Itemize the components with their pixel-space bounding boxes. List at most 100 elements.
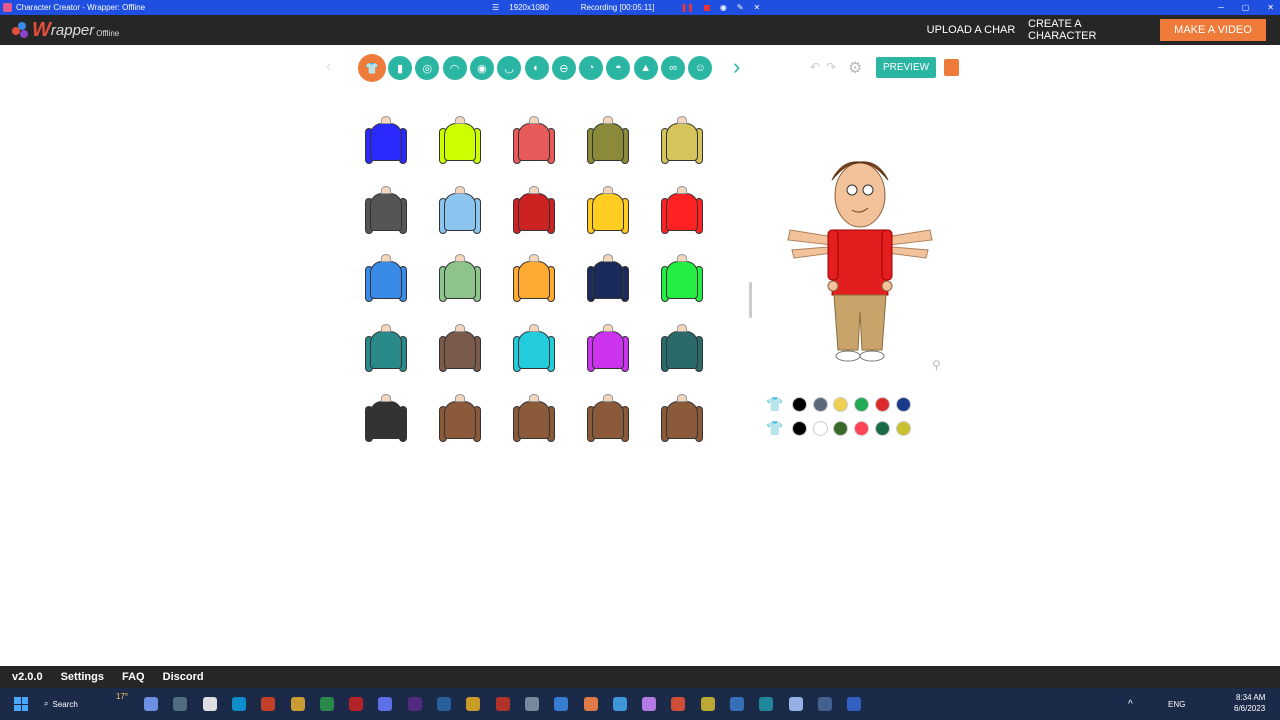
secondary-color-shirt-icon[interactable]: 👕 bbox=[766, 420, 783, 437]
clothing-item[interactable] bbox=[438, 254, 482, 312]
category-glasses-icon[interactable]: ∞ bbox=[661, 56, 685, 80]
color-swatch[interactable] bbox=[854, 397, 870, 412]
taskbar-app-icon[interactable] bbox=[437, 697, 451, 711]
taskbar-app-icon[interactable] bbox=[290, 697, 305, 711]
clothing-item[interactable] bbox=[438, 394, 482, 445]
clothing-item[interactable] bbox=[586, 394, 630, 445]
taskbar-app-icon[interactable] bbox=[583, 697, 598, 711]
color-swatch[interactable] bbox=[895, 397, 911, 412]
category-mouth-icon[interactable]: ◡ bbox=[497, 56, 522, 80]
color-swatch[interactable] bbox=[792, 397, 807, 412]
color-swatch[interactable] bbox=[812, 397, 828, 412]
next-arrow-icon[interactable]: › bbox=[733, 54, 740, 80]
save-icon[interactable] bbox=[944, 59, 959, 76]
wrapper-logo[interactable]: W rapper Offline bbox=[12, 19, 119, 42]
primary-color-shirt-icon[interactable]: 👕 bbox=[766, 396, 783, 413]
clothing-item[interactable] bbox=[660, 116, 704, 174]
undo-icon[interactable]: ↶ bbox=[810, 60, 820, 74]
clothing-item[interactable] bbox=[438, 186, 482, 244]
category-nose-icon[interactable]: ◔ bbox=[579, 56, 604, 80]
category-upper-body-icon[interactable]: 👕 bbox=[358, 54, 386, 82]
category-accessory-icon[interactable]: ☺ bbox=[688, 56, 713, 80]
grid-scrollbar[interactable] bbox=[749, 282, 752, 318]
clothing-item[interactable] bbox=[660, 254, 704, 312]
taskbar-app-icon[interactable] bbox=[700, 697, 715, 711]
redo-icon[interactable]: ↷ bbox=[826, 60, 836, 74]
weather-label[interactable]: 17° bbox=[116, 692, 128, 701]
pause-icon[interactable]: ❚❚ bbox=[680, 3, 693, 12]
taskbar-app-icon[interactable] bbox=[671, 697, 686, 711]
color-swatch[interactable] bbox=[874, 397, 890, 412]
category-ear-icon[interactable]: ◓ bbox=[606, 56, 631, 80]
clothing-item[interactable] bbox=[660, 186, 704, 244]
clothing-item[interactable] bbox=[586, 254, 630, 312]
color-swatch[interactable] bbox=[874, 421, 890, 436]
taskbar-app-icon[interactable] bbox=[730, 697, 744, 711]
taskbar-app-icon[interactable] bbox=[231, 697, 246, 711]
pen-icon[interactable]: ✎ bbox=[737, 3, 744, 12]
taskbar-app-icon[interactable] bbox=[407, 697, 422, 711]
category-hair-icon[interactable]: ◠ bbox=[442, 56, 467, 80]
clothing-item[interactable] bbox=[512, 394, 556, 445]
clothing-item[interactable] bbox=[512, 116, 556, 174]
clothing-item[interactable] bbox=[660, 394, 704, 445]
color-swatch[interactable] bbox=[895, 421, 911, 436]
clothing-item[interactable] bbox=[586, 324, 630, 382]
close-icon[interactable]: ✕ bbox=[1267, 3, 1274, 12]
clock-time[interactable]: 8:34 AM bbox=[1236, 693, 1265, 702]
settings-gear-icon[interactable]: ⚙ bbox=[848, 58, 862, 78]
taskbar-app-icon[interactable] bbox=[144, 697, 158, 711]
taskbar-app-icon[interactable] bbox=[202, 697, 217, 711]
taskbar-app-icon[interactable] bbox=[173, 697, 188, 711]
color-swatch[interactable] bbox=[833, 421, 849, 436]
taskbar-app-icon[interactable] bbox=[495, 697, 510, 711]
minimize-icon[interactable]: ─ bbox=[1218, 3, 1224, 12]
clothing-item[interactable] bbox=[364, 186, 408, 244]
clothing-item[interactable] bbox=[586, 186, 630, 244]
menu-icon[interactable]: ☰ bbox=[492, 3, 499, 12]
taskbar-app-icon[interactable] bbox=[788, 697, 803, 711]
clothing-item[interactable] bbox=[438, 116, 482, 174]
clock-date[interactable]: 6/6/2023 bbox=[1234, 704, 1265, 713]
category-eyes-icon[interactable]: ◐ bbox=[524, 56, 549, 80]
footer-settings-link[interactable]: Settings bbox=[61, 671, 104, 683]
make-video-button[interactable]: MAKE A VIDEO bbox=[1160, 19, 1266, 41]
color-swatch[interactable] bbox=[833, 397, 849, 412]
footer-faq-link[interactable]: FAQ bbox=[122, 671, 145, 683]
clothing-item[interactable] bbox=[364, 254, 408, 312]
zoom-icon[interactable]: ⚲ bbox=[932, 358, 941, 372]
clothing-item[interactable] bbox=[512, 186, 556, 244]
clothing-item[interactable] bbox=[364, 394, 408, 445]
category-beard-icon[interactable]: ▲ bbox=[633, 56, 658, 80]
footer-discord-link[interactable]: Discord bbox=[163, 671, 204, 683]
color-swatch[interactable] bbox=[854, 421, 870, 436]
start-icon[interactable] bbox=[14, 697, 28, 711]
prev-arrow-icon[interactable]: ‹ bbox=[326, 58, 331, 76]
clothing-item[interactable] bbox=[364, 324, 408, 382]
camera-icon[interactable]: ◉ bbox=[720, 3, 727, 12]
color-swatch[interactable] bbox=[812, 421, 828, 436]
close-recorder-icon[interactable]: ✕ bbox=[754, 3, 761, 12]
taskbar-search[interactable]: ⌕ Search bbox=[44, 695, 100, 713]
tray-chevron-icon[interactable]: ^ bbox=[1128, 699, 1133, 710]
clothing-item[interactable] bbox=[512, 324, 556, 382]
category-eyebrows-icon[interactable]: ⊖ bbox=[551, 56, 576, 80]
maximize-icon[interactable]: ▢ bbox=[1242, 3, 1250, 12]
taskbar-app-icon[interactable] bbox=[612, 697, 627, 711]
taskbar-app-icon[interactable] bbox=[847, 697, 862, 711]
taskbar-app-icon[interactable] bbox=[759, 697, 774, 711]
taskbar-app-icon[interactable] bbox=[466, 697, 481, 711]
preview-button[interactable]: PREVIEW bbox=[876, 57, 936, 78]
category-face-icon[interactable]: ◎ bbox=[415, 56, 440, 80]
clothing-item[interactable] bbox=[586, 116, 630, 174]
taskbar-app-icon[interactable] bbox=[378, 697, 393, 711]
category-head-icon[interactable]: ◉ bbox=[469, 56, 494, 80]
taskbar-app-icon[interactable] bbox=[319, 697, 334, 711]
taskbar-app-icon[interactable] bbox=[524, 697, 539, 711]
category-lower-body-icon[interactable]: ▮ bbox=[388, 56, 412, 80]
clothing-item[interactable] bbox=[364, 116, 408, 174]
clothing-item[interactable] bbox=[438, 324, 482, 382]
taskbar-app-icon[interactable] bbox=[349, 697, 364, 711]
language-label[interactable]: ENG bbox=[1168, 700, 1185, 709]
taskbar-app-icon[interactable] bbox=[261, 697, 276, 711]
